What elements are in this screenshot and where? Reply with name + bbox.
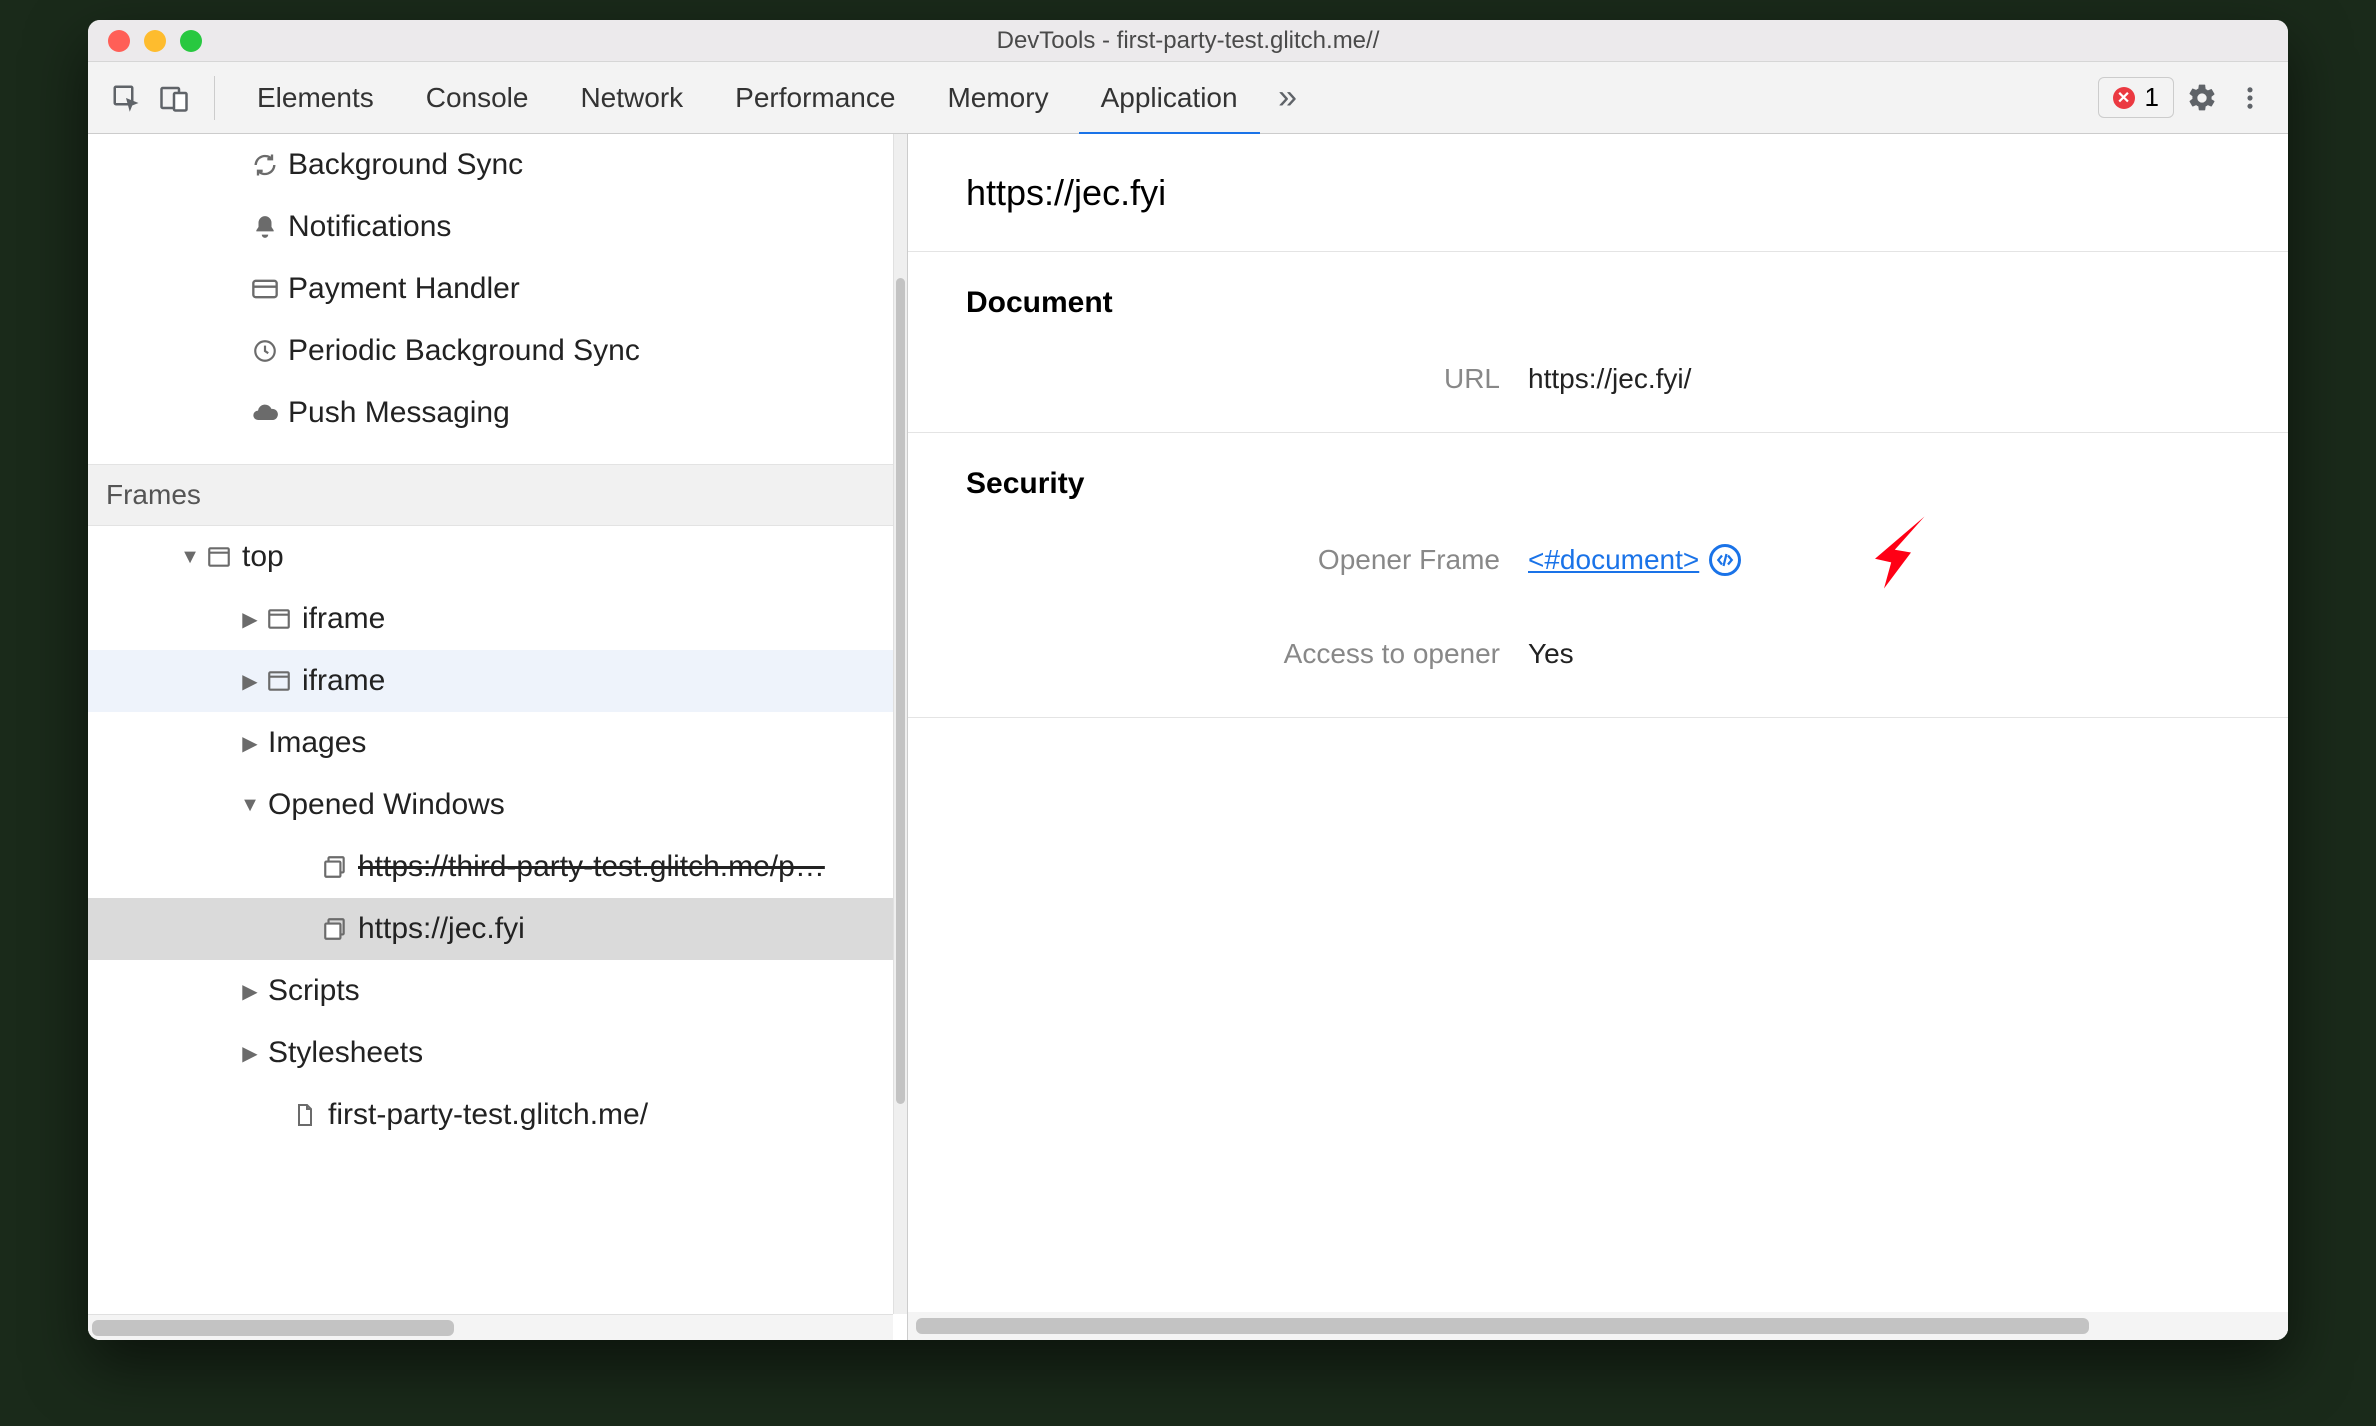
document-panel: Document URL https://jec.fyi/ bbox=[908, 252, 2288, 433]
tree-label: iframe bbox=[296, 602, 385, 636]
more-tabs-icon[interactable]: » bbox=[1268, 78, 1308, 118]
tab-application[interactable]: Application bbox=[1079, 64, 1260, 136]
expand-arrow-icon[interactable]: ▶ bbox=[238, 607, 262, 632]
opened-window-2-selected[interactable]: https://jec.fyi bbox=[88, 898, 907, 960]
settings-gear-icon[interactable] bbox=[2182, 78, 2222, 118]
opened-window-icon bbox=[318, 916, 352, 942]
access-opener-value: Yes bbox=[1528, 638, 1574, 670]
opener-frame-link[interactable]: <#document> bbox=[1528, 544, 1699, 576]
url-label: URL bbox=[908, 363, 1528, 395]
frame-icon bbox=[262, 606, 296, 632]
access-opener-row: Access to opener Yes bbox=[908, 621, 2288, 687]
document-url-row: URL https://jec.fyi/ bbox=[908, 346, 2288, 412]
pane-title: https://jec.fyi bbox=[908, 134, 2288, 252]
opened-window-icon bbox=[318, 854, 352, 880]
error-count: 1 bbox=[2145, 82, 2159, 113]
device-toolbar-icon[interactable] bbox=[154, 78, 194, 118]
tree-label: Images bbox=[262, 726, 366, 760]
error-icon: ✕ bbox=[2113, 87, 2135, 109]
tree-label: Scripts bbox=[262, 974, 360, 1008]
frame-iframe-2[interactable]: ▶ iframe bbox=[88, 650, 907, 712]
maximize-window-button[interactable] bbox=[180, 30, 202, 52]
tab-network[interactable]: Network bbox=[558, 64, 705, 132]
tree-label: https://third-party-test.glitch.me/p… bbox=[352, 850, 825, 884]
tree-label: https://jec.fyi bbox=[352, 912, 525, 946]
application-sidebar: Background Sync Notifications Payment Ha… bbox=[88, 134, 908, 1340]
frame-iframe-1[interactable]: ▶ iframe bbox=[88, 588, 907, 650]
inspect-element-icon[interactable] bbox=[106, 78, 146, 118]
credit-card-icon bbox=[248, 275, 282, 303]
sidebar-label: Push Messaging bbox=[282, 396, 510, 430]
window-title: DevTools - first-party-test.glitch.me// bbox=[88, 27, 2288, 55]
sidebar-item-background-sync[interactable]: Background Sync bbox=[88, 134, 907, 196]
frame-details-pane: https://jec.fyi Document URL https://jec… bbox=[908, 134, 2288, 1340]
annotation-arrow-icon bbox=[1848, 503, 1938, 593]
tree-label: top bbox=[236, 540, 284, 574]
sidebar-label: Notifications bbox=[282, 210, 451, 244]
tab-memory[interactable]: Memory bbox=[925, 64, 1070, 132]
frame-top[interactable]: ▼ top bbox=[88, 526, 907, 588]
frame-opened-windows[interactable]: ▼ Opened Windows bbox=[88, 774, 907, 836]
devtools-window: DevTools - first-party-test.glitch.me// … bbox=[88, 20, 2288, 1340]
sidebar-vertical-scrollbar[interactable] bbox=[893, 134, 907, 1314]
sidebar-horizontal-scrollbar[interactable] bbox=[88, 1314, 893, 1340]
expand-arrow-icon[interactable]: ▶ bbox=[238, 1041, 262, 1066]
tab-performance[interactable]: Performance bbox=[713, 64, 917, 132]
frame-document[interactable]: first-party-test.glitch.me/ bbox=[88, 1084, 907, 1146]
expand-arrow-icon[interactable]: ▶ bbox=[238, 669, 262, 694]
window-icon bbox=[202, 544, 236, 570]
sidebar-label: Periodic Background Sync bbox=[282, 334, 640, 368]
opened-window-1[interactable]: https://third-party-test.glitch.me/p… bbox=[88, 836, 907, 898]
security-heading: Security bbox=[908, 433, 2288, 527]
kebab-menu-icon[interactable] bbox=[2230, 78, 2270, 118]
frame-scripts[interactable]: ▶ Scripts bbox=[88, 960, 907, 1022]
expand-arrow-icon[interactable]: ▶ bbox=[238, 979, 262, 1004]
tree-label: first-party-test.glitch.me/ bbox=[322, 1098, 648, 1132]
expand-arrow-icon[interactable]: ▶ bbox=[238, 731, 262, 756]
sidebar-item-payment-handler[interactable]: Payment Handler bbox=[88, 258, 907, 320]
sidebar-item-push-messaging[interactable]: Push Messaging bbox=[88, 382, 907, 444]
frame-images[interactable]: ▶ Images bbox=[88, 712, 907, 774]
opener-frame-row: Opener Frame <#document> bbox=[908, 527, 2288, 593]
cloud-icon bbox=[248, 399, 282, 427]
sidebar-label: Payment Handler bbox=[282, 272, 520, 306]
sidebar-label: Background Sync bbox=[282, 148, 523, 182]
tab-console[interactable]: Console bbox=[404, 64, 551, 132]
close-window-button[interactable] bbox=[108, 30, 130, 52]
titlebar: DevTools - first-party-test.glitch.me// bbox=[88, 20, 2288, 62]
clock-icon bbox=[248, 338, 282, 364]
traffic-lights bbox=[88, 30, 202, 52]
expand-arrow-icon[interactable]: ▼ bbox=[238, 794, 262, 817]
frames-section-header: Frames bbox=[88, 464, 907, 526]
reveal-in-elements-icon[interactable] bbox=[1709, 544, 1741, 576]
tree-label: Stylesheets bbox=[262, 1036, 423, 1070]
frame-stylesheets[interactable]: ▶ Stylesheets bbox=[88, 1022, 907, 1084]
sync-icon bbox=[248, 151, 282, 179]
document-heading: Document bbox=[908, 252, 2288, 346]
sidebar-item-notifications[interactable]: Notifications bbox=[88, 196, 907, 258]
opener-frame-label: Opener Frame bbox=[908, 544, 1528, 576]
sidebar-item-periodic-sync[interactable]: Periodic Background Sync bbox=[88, 320, 907, 382]
security-panel: Security Opener Frame <#document> Access… bbox=[908, 433, 2288, 718]
main-horizontal-scrollbar[interactable] bbox=[908, 1312, 2288, 1340]
url-value: https://jec.fyi/ bbox=[1528, 363, 1691, 395]
minimize-window-button[interactable] bbox=[144, 30, 166, 52]
tree-label: Opened Windows bbox=[262, 788, 505, 822]
frame-icon bbox=[262, 668, 296, 694]
expand-arrow-icon[interactable]: ▼ bbox=[178, 546, 202, 569]
bell-icon bbox=[248, 214, 282, 240]
access-opener-label: Access to opener bbox=[908, 638, 1528, 670]
devtools-toolbar: Elements Console Network Performance Mem… bbox=[88, 62, 2288, 134]
tree-label: iframe bbox=[296, 664, 385, 698]
document-icon bbox=[288, 1101, 322, 1129]
error-badge[interactable]: ✕ 1 bbox=[2098, 77, 2174, 118]
tab-elements[interactable]: Elements bbox=[235, 64, 396, 132]
